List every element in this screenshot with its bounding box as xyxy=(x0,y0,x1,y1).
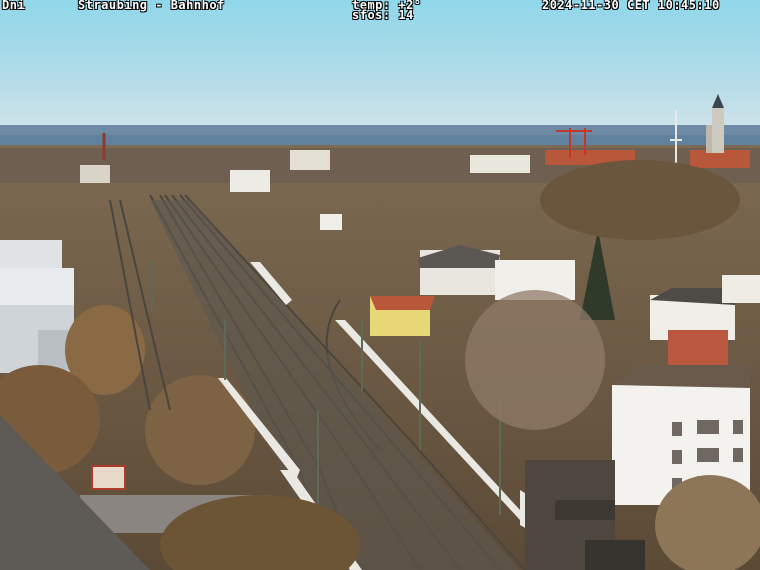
webcam-frame: Dni Straubing - Bahnhof temp: +2° sfos: … xyxy=(0,0,760,570)
camera-code: Dni xyxy=(2,0,26,12)
camera-title: Straubing - Bahnhof xyxy=(78,0,225,12)
sfos-readout: sfos: 14 xyxy=(352,8,414,22)
webcam-image xyxy=(0,0,760,570)
billboard xyxy=(91,465,126,490)
horizon-haze xyxy=(0,125,760,147)
timestamp: 2024-11-30 CET 10:45:10 xyxy=(542,0,720,12)
